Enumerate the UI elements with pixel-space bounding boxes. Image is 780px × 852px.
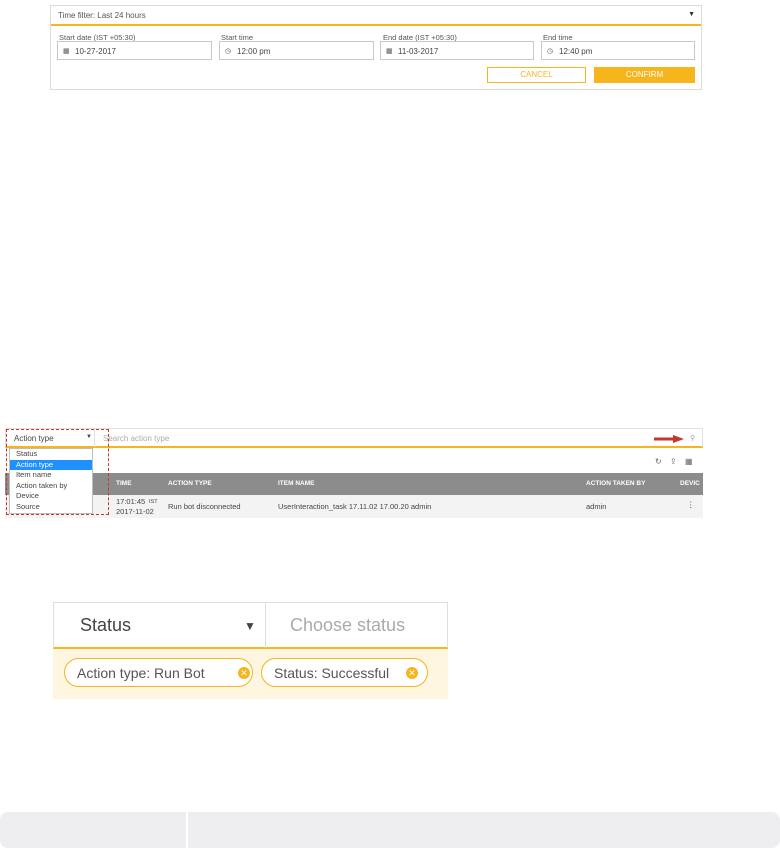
export-icon[interactable]: ⇪ bbox=[670, 457, 677, 466]
time-filter-header[interactable]: Time filter: Last 24 hours ▼ bbox=[51, 6, 701, 26]
highlight-annotation bbox=[6, 429, 109, 515]
table-row[interactable]: 17:01:45 IST 2017-11-02 Run bot disconne… bbox=[5, 495, 703, 518]
chip-label: Status: Successful bbox=[274, 665, 390, 681]
filter-chip-action-type[interactable]: Action type: Run Bot ✕ bbox=[64, 658, 253, 687]
filter-bar: Action type ▼ Search action type ⚲ bbox=[5, 428, 703, 448]
time-filter-panel: Time filter: Last 24 hours ▼ Start date … bbox=[50, 5, 702, 90]
start-time-value: 12:00 pm bbox=[237, 47, 271, 56]
cell-time-tz: IST bbox=[149, 499, 158, 505]
end-time-field[interactable]: ◷ 12:40 pm bbox=[541, 41, 695, 60]
divider bbox=[186, 812, 188, 848]
table-header: TIME ACTION TYPE ITEM NAME ACTION TAKEN … bbox=[5, 473, 703, 495]
clock-icon: ◷ bbox=[225, 48, 232, 55]
chevron-down-icon[interactable]: ▼ bbox=[244, 619, 256, 633]
more-options-icon[interactable]: ⋮ bbox=[687, 500, 695, 509]
cancel-button[interactable]: CANCEL bbox=[487, 67, 586, 83]
time-filter-title: Time filter: Last 24 hours bbox=[58, 11, 146, 20]
end-date-value: 11-03-2017 bbox=[398, 47, 439, 56]
column-header-device[interactable]: DEVIC bbox=[680, 480, 700, 487]
start-date-value: 10-27-2017 bbox=[75, 47, 116, 56]
column-header-action-taken-by[interactable]: ACTION TAKEN BY bbox=[586, 480, 645, 487]
start-date-field[interactable]: ▦ 10-27-2017 bbox=[57, 41, 212, 60]
column-header-item-name[interactable]: ITEM NAME bbox=[278, 480, 314, 487]
cell-action-type: Run bot disconnected bbox=[168, 502, 241, 511]
confirm-button[interactable]: CONFIRM bbox=[594, 67, 695, 83]
cell-item-name: UserInteraction_task 17.11.02 17.00.20 a… bbox=[278, 502, 432, 511]
remove-chip-icon[interactable]: ✕ bbox=[406, 667, 418, 679]
divider bbox=[265, 603, 266, 648]
active-filter-chips: Action type: Run Bot ✕ Status: Successfu… bbox=[53, 649, 448, 699]
start-time-field[interactable]: ◷ 12:00 pm bbox=[219, 41, 374, 60]
cell-action-taken-by: admin bbox=[586, 502, 607, 511]
columns-icon[interactable]: ▦ bbox=[685, 457, 693, 466]
chevron-down-icon[interactable]: ▼ bbox=[688, 11, 695, 18]
end-time-value: 12:40 pm bbox=[559, 47, 593, 56]
status-select[interactable]: Status bbox=[80, 615, 131, 636]
cell-time: 17:01:45 bbox=[116, 497, 146, 506]
cell-time-date: 2017-11-02 bbox=[116, 507, 154, 516]
clock-icon: ◷ bbox=[547, 48, 554, 55]
column-header-action-type[interactable]: ACTION TYPE bbox=[168, 480, 212, 487]
refresh-icon[interactable]: ↻ bbox=[655, 457, 662, 466]
column-header-time[interactable]: TIME bbox=[116, 480, 132, 487]
status-filter-panel: Status ▼ Choose status Action type: Run … bbox=[53, 602, 448, 699]
chip-label: Action type: Run Bot bbox=[77, 665, 205, 681]
audit-log-panel: Action type ▼ Search action type ⚲ ↻ ⇪ ▦… bbox=[5, 428, 703, 518]
status-filter-bar: Status ▼ Choose status bbox=[53, 602, 448, 649]
arrow-annotation-icon bbox=[654, 435, 684, 443]
end-date-field[interactable]: ▦ 11-03-2017 bbox=[380, 41, 534, 60]
search-icon[interactable]: ⚲ bbox=[690, 434, 695, 442]
status-input[interactable]: Choose status bbox=[290, 615, 405, 636]
filter-chip-status[interactable]: Status: Successful ✕ bbox=[261, 658, 428, 687]
search-input[interactable]: Search action type bbox=[103, 434, 169, 443]
calendar-icon: ▦ bbox=[386, 48, 393, 55]
bottom-bar bbox=[0, 812, 780, 848]
remove-chip-icon[interactable]: ✕ bbox=[238, 667, 250, 679]
calendar-icon: ▦ bbox=[63, 48, 70, 55]
